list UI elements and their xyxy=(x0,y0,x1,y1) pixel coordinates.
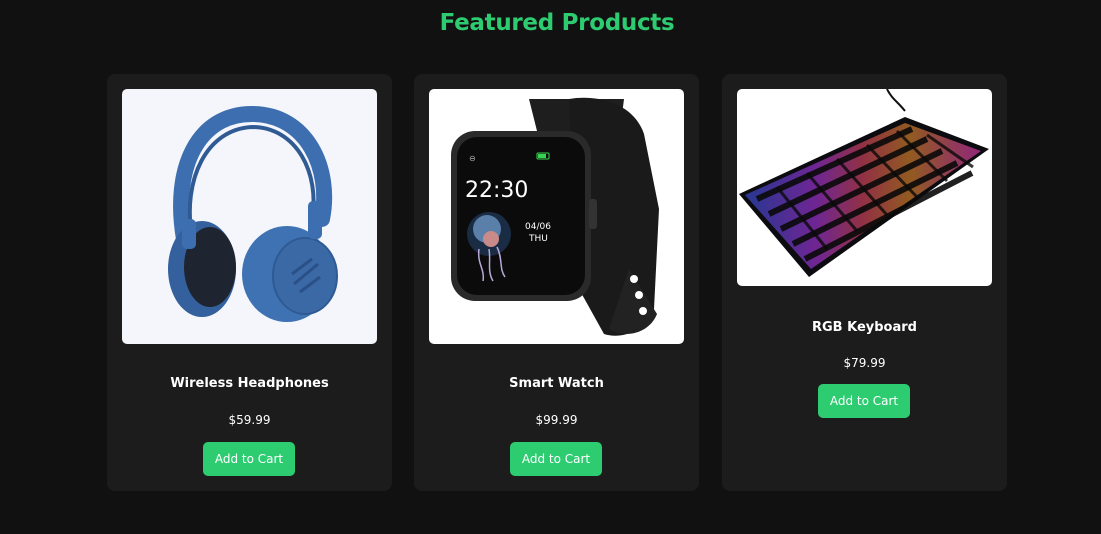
add-to-cart-button[interactable]: Add to Cart xyxy=(203,442,295,476)
product-name: Smart Watch xyxy=(509,376,604,391)
watch-date: 04/06 xyxy=(525,222,551,232)
product-name: RGB Keyboard xyxy=(812,320,917,335)
add-to-cart-button[interactable]: Add to Cart xyxy=(510,442,602,476)
product-name: Wireless Headphones xyxy=(170,376,329,391)
product-price: $99.99 xyxy=(535,413,578,427)
headphones-image xyxy=(122,89,377,344)
product-card-smart-watch: ⊖ 22:30 04/06 THU Smart Watch $99.99 Add… xyxy=(414,74,699,491)
product-price: $79.99 xyxy=(843,356,886,370)
product-price: $59.99 xyxy=(228,413,271,427)
rgb-keyboard-image xyxy=(737,89,992,286)
page-title: Featured Products xyxy=(439,10,675,36)
add-to-cart-button[interactable]: Add to Cart xyxy=(818,384,910,418)
product-card-headphones: Wireless Headphones $59.99 Add to Cart xyxy=(107,74,392,491)
watch-day: THU xyxy=(528,234,548,244)
svg-text:⊖: ⊖ xyxy=(469,154,476,163)
product-card-rgb-keyboard: RGB Keyboard $79.99 Add to Cart xyxy=(722,74,1007,491)
smartwatch-image: ⊖ 22:30 04/06 THU xyxy=(429,89,684,344)
watch-time: 22:30 xyxy=(465,178,528,203)
